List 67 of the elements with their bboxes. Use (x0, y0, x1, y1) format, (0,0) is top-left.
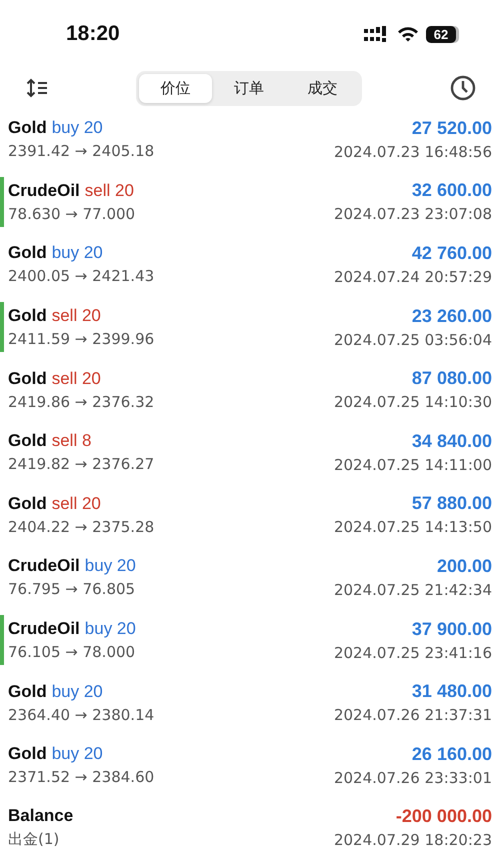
profit-amount: 26 160.00 (412, 744, 492, 765)
price-range: 2404.22 → 2375.28 (8, 518, 154, 536)
deal-side: buy 20 (52, 118, 103, 138)
symbol-label: Gold (8, 306, 47, 326)
deal-side: sell 20 (84, 180, 134, 201)
deal-side: sell 20 (52, 306, 101, 326)
tab[interactable]: 价位 (139, 74, 212, 102)
profit-amount: 32 600.00 (412, 180, 492, 202)
profit-amount: 23 260.00 (412, 306, 492, 327)
deal-side: buy 20 (52, 682, 103, 702)
deal-time: 2024.07.25 23:41:16 (334, 644, 492, 662)
profit-amount: 200.00 (436, 556, 492, 577)
deal-side: sell 20 (52, 368, 101, 389)
symbol-label: CrudeOil (8, 180, 80, 201)
profit-amount: 27 520.00 (412, 118, 492, 139)
price-range: 2419.82 → 2376.27 (8, 455, 154, 474)
deal-side: sell 20 (52, 494, 101, 514)
profit-amount: 42 760.00 (412, 242, 492, 264)
symbol-label: Gold (8, 431, 47, 452)
deal-time: 2024.07.25 21:42:34 (334, 580, 492, 599)
price-range: 出金(1) (8, 830, 60, 850)
deal-time: 2024.07.26 23:33:01 (334, 768, 492, 787)
deal-time: 2024.07.23 16:48:56 (334, 142, 492, 161)
price-range: 2419.86 → 2376.32 (8, 392, 154, 411)
deal-side: buy 20 (84, 619, 136, 640)
deal-side: buy 20 (52, 744, 103, 764)
price-range: 2371.52 → 2384.60 (8, 768, 154, 786)
symbol-label: CrudeOil (8, 619, 80, 640)
history-icon[interactable] (450, 75, 476, 101)
profit-amount: 34 840.00 (412, 430, 492, 452)
deal-time: 2024.07.29 18:20:23 (334, 831, 492, 850)
profit-amount: 57 880.00 (412, 493, 492, 514)
price-range: 2400.05 → 2421.43 (8, 267, 154, 286)
price-range: 2364.40 → 2380.14 (8, 706, 154, 724)
tab[interactable]: 订单 (212, 74, 286, 102)
deal-time: 2024.07.24 20:57:29 (334, 268, 492, 286)
price-range: 78.630 → 77.000 (8, 204, 136, 223)
deal-time: 2024.07.25 14:10:30 (334, 393, 492, 412)
price-range: 2391.42 → 2405.18 (8, 142, 154, 160)
deal-time: 2024.07.25 14:13:50 (334, 518, 492, 536)
symbol-label: CrudeOil (8, 556, 80, 576)
symbol-label: Gold (8, 744, 47, 764)
symbol-label: Gold (8, 368, 47, 389)
deal-time: 2024.07.25 14:11:00 (334, 456, 492, 474)
symbol-label: Balance (8, 806, 74, 826)
profit-amount: 37 900.00 (412, 618, 492, 640)
profit-amount: -200 000.00 (396, 806, 492, 828)
profit-amount: 31 480.00 (412, 681, 492, 702)
deal-side: buy 20 (84, 556, 136, 576)
symbol-label: Gold (8, 494, 47, 514)
deal-side: buy 20 (52, 243, 103, 264)
price-range: 76.795 → 76.805 (8, 580, 136, 598)
price-range: 2411.59 → 2399.96 (8, 330, 154, 348)
deal-side: sell 8 (52, 431, 92, 452)
price-range: 76.105 → 78.000 (8, 643, 136, 662)
symbol-label: Gold (8, 682, 47, 702)
deal-time: 2024.07.23 23:07:08 (334, 205, 492, 224)
sort-icon[interactable] (26, 78, 48, 98)
deal-time: 2024.07.25 03:56:04 (334, 330, 492, 349)
battery-icon: 62 (426, 26, 456, 42)
deal-time: 2024.07.26 21:37:31 (334, 706, 492, 724)
tab[interactable]: 成交 (286, 74, 359, 102)
symbol-label: Gold (8, 243, 47, 264)
symbol-label: Gold (8, 118, 47, 138)
profit-amount: 87 080.00 (412, 368, 492, 390)
status-time: 18:20 (66, 22, 120, 46)
wifi-icon (397, 26, 419, 42)
